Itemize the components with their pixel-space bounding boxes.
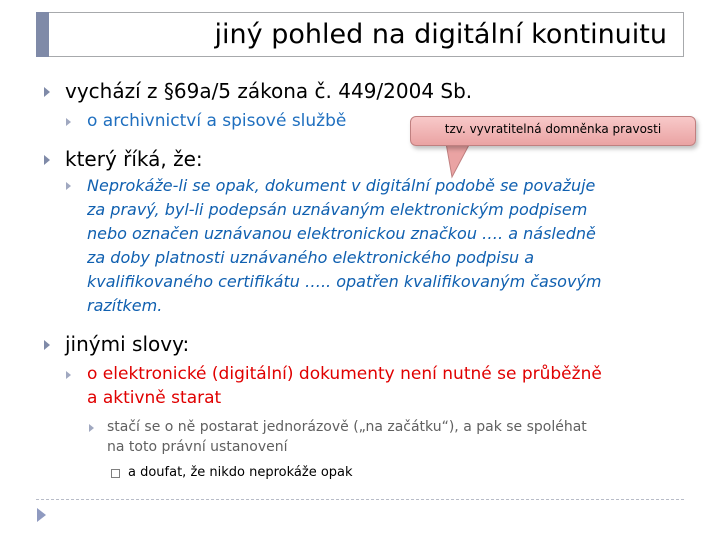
footer-arrow-icon xyxy=(37,508,46,522)
sub-bullet-arrow-icon xyxy=(66,371,71,379)
red-line: o elektronické (digitální) dokumenty nen… xyxy=(87,364,602,384)
grey-line: na toto právní ustanovení xyxy=(107,439,288,455)
bullet-3-sub-sub-sub: a doufat, že nikdo neprokáže opak xyxy=(128,465,353,480)
bullet-arrow-icon xyxy=(44,340,50,350)
bullet-3-sub: o elektronické (digitální) dokumenty nen… xyxy=(87,362,602,410)
bullet-arrow-icon xyxy=(44,155,50,165)
quote-line: kvalifikovaného certifikátu ….. opatřen … xyxy=(87,272,602,291)
quote-line: nebo označen uznávanou elektronickou zna… xyxy=(87,224,596,243)
sub-bullet-arrow-icon xyxy=(66,182,71,190)
callout-box: tzv. vyvratitelná domněnka pravosti xyxy=(410,116,696,146)
bullet-3: jinými slovy: xyxy=(65,332,190,356)
quote-line: Neprokáže-li se opak, dokument v digitál… xyxy=(87,176,596,195)
slide-title: jiný pohled na digitální kontinuitu xyxy=(214,19,667,50)
sub-sub-bullet-arrow-icon xyxy=(89,424,94,432)
bullet-1: vychází z §69a/5 zákona č. 449/2004 Sb. xyxy=(65,79,473,103)
bullet-3-sub-sub: stačí se o ně postarat jednorázově („na … xyxy=(107,417,587,457)
callout-text: tzv. vyvratitelná domněnka pravosti xyxy=(444,122,662,136)
bullet-2: který říká, že: xyxy=(65,147,203,171)
bullet-arrow-icon xyxy=(44,87,50,97)
square-bullet-icon xyxy=(111,469,120,478)
grey-line: stačí se o ně postarat jednorázově („na … xyxy=(107,419,587,435)
bullet-2-sub: Neprokáže-li se opak, dokument v digitál… xyxy=(87,174,602,318)
quote-line: za doby platnosti uznávaného elektronick… xyxy=(87,248,535,267)
title-accent-bar xyxy=(36,12,49,57)
bullet-1-sub: o archivnictví a spisové službě xyxy=(87,111,347,131)
quote-line: za pravý, byl-li podepsán uznávaným elek… xyxy=(87,200,588,219)
red-line: a aktivně starat xyxy=(87,388,222,408)
quote-line: razítkem. xyxy=(87,296,163,315)
title-box: jiný pohled na digitální kontinuitu xyxy=(36,12,684,57)
footer-divider xyxy=(36,499,684,500)
sub-bullet-arrow-icon xyxy=(66,118,71,126)
